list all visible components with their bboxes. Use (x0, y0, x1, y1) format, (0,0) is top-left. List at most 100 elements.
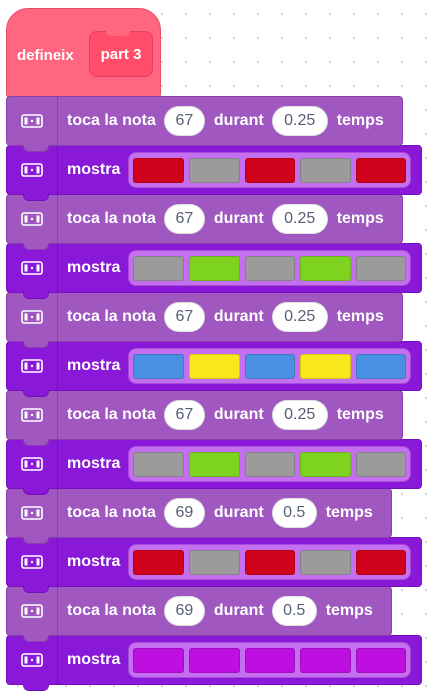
led-matrix-icon (7, 244, 58, 292)
led-cell[interactable] (244, 451, 296, 477)
block-notch (23, 586, 49, 593)
note-input[interactable]: 67 (163, 106, 205, 136)
during-label: durant (213, 210, 264, 227)
block-notch (23, 194, 49, 201)
block-notch (23, 439, 49, 446)
play-note-block[interactable]: toca la nota 69 durant 0.5 temps (6, 488, 392, 544)
led-cell[interactable] (300, 451, 351, 477)
play-note-block[interactable]: toca la nota 67 durant 0.25 temps (6, 96, 403, 152)
beats-input[interactable]: 0.5 (271, 596, 317, 626)
block-notch (23, 292, 49, 299)
led-cell[interactable] (244, 255, 296, 281)
block-notch (23, 537, 49, 544)
led-cell[interactable] (244, 353, 296, 379)
during-label: durant (213, 112, 264, 129)
led-cell[interactable] (188, 353, 240, 379)
led-cell[interactable] (133, 157, 184, 183)
note-input[interactable]: 67 (163, 400, 205, 430)
led-cell[interactable] (188, 549, 240, 575)
show-pattern-block[interactable]: mostra (6, 439, 422, 495)
beats-label: temps (336, 210, 384, 227)
block-notch (23, 243, 49, 250)
show-pattern-block[interactable]: mostra (6, 537, 422, 593)
led-pattern-field[interactable] (128, 348, 412, 384)
led-cell[interactable] (133, 255, 184, 281)
led-cell[interactable] (133, 647, 184, 673)
led-cell[interactable] (133, 451, 184, 477)
led-pattern-field[interactable] (128, 544, 412, 580)
led-cell[interactable] (300, 647, 351, 673)
play-note-block[interactable]: toca la nota 67 durant 0.25 temps (6, 292, 403, 348)
led-pattern-field[interactable] (128, 642, 412, 678)
led-matrix-icon (7, 342, 58, 390)
led-matrix-icon (7, 636, 58, 684)
led-matrix-icon (7, 146, 58, 194)
block-notch (23, 488, 49, 495)
play-note-block[interactable]: toca la nota 67 durant 0.25 temps (6, 390, 403, 446)
show-label: mostra (67, 161, 121, 178)
led-cell[interactable] (300, 353, 351, 379)
define-block[interactable]: defineix part 3 (6, 8, 161, 98)
show-pattern-block[interactable]: mostra (6, 341, 422, 397)
led-cell[interactable] (244, 647, 296, 673)
show-pattern-block[interactable]: mostra (6, 145, 422, 201)
led-matrix-icon (7, 538, 58, 586)
led-cell[interactable] (133, 549, 184, 575)
led-pattern-field[interactable] (128, 446, 412, 482)
led-cell[interactable] (300, 549, 351, 575)
led-cell[interactable] (355, 255, 407, 281)
led-pattern-field[interactable] (128, 250, 412, 286)
led-matrix-icon (7, 391, 58, 439)
led-cell[interactable] (188, 157, 240, 183)
led-cell[interactable] (355, 157, 407, 183)
led-cell[interactable] (300, 157, 351, 183)
note-input[interactable]: 67 (163, 204, 205, 234)
beats-label: temps (325, 504, 373, 521)
beats-input[interactable]: 0.25 (271, 400, 328, 430)
led-cell[interactable] (244, 549, 296, 575)
during-label: durant (213, 406, 264, 423)
led-cell[interactable] (188, 647, 240, 673)
beats-input[interactable]: 0.25 (271, 302, 328, 332)
led-cell[interactable] (188, 255, 240, 281)
beats-label: temps (325, 602, 373, 619)
block-notch (23, 390, 49, 397)
play-note-block[interactable]: toca la nota 67 durant 0.25 temps (6, 194, 403, 250)
block-notch (23, 635, 49, 642)
beats-label: temps (336, 112, 384, 129)
led-cell[interactable] (355, 549, 407, 575)
note-input[interactable]: 69 (163, 498, 205, 528)
show-label: mostra (67, 553, 121, 570)
led-cell[interactable] (188, 451, 240, 477)
led-matrix-icon (7, 587, 58, 635)
led-cell[interactable] (300, 255, 351, 281)
define-argument[interactable]: part 3 (89, 31, 153, 77)
during-label: durant (213, 504, 264, 521)
led-cell[interactable] (355, 451, 407, 477)
block-notch (23, 145, 49, 152)
beats-input[interactable]: 0.25 (271, 106, 328, 136)
play-note-label: toca la nota (67, 210, 156, 227)
led-pattern-field[interactable] (128, 152, 412, 188)
play-note-block[interactable]: toca la nota 69 durant 0.5 temps (6, 586, 392, 642)
show-label: mostra (67, 259, 121, 276)
led-cell[interactable] (244, 157, 296, 183)
during-label: durant (213, 602, 264, 619)
led-matrix-icon (7, 293, 58, 341)
show-label: mostra (67, 455, 121, 472)
beats-input[interactable]: 0.25 (271, 204, 328, 234)
led-cell[interactable] (133, 353, 184, 379)
led-cell[interactable] (355, 353, 407, 379)
play-note-label: toca la nota (67, 504, 156, 521)
beats-label: temps (336, 308, 384, 325)
note-input[interactable]: 69 (163, 596, 205, 626)
during-label: durant (213, 308, 264, 325)
show-pattern-block[interactable]: mostra (6, 635, 422, 691)
show-pattern-block[interactable]: mostra (6, 243, 422, 299)
note-input[interactable]: 67 (163, 302, 205, 332)
led-cell[interactable] (355, 647, 407, 673)
block-notch (23, 341, 49, 348)
play-note-label: toca la nota (67, 406, 156, 423)
beats-input[interactable]: 0.5 (271, 498, 317, 528)
block-notch (23, 684, 49, 691)
